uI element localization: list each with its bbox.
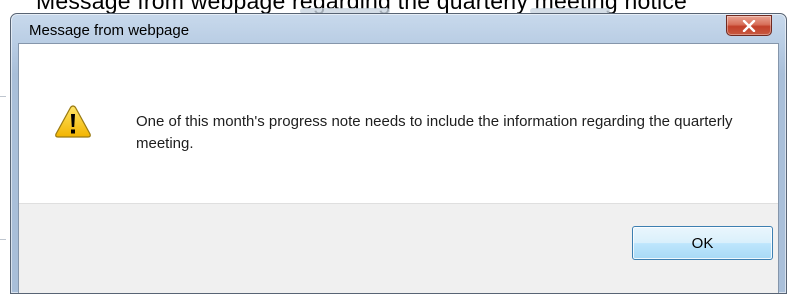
background-grid-line — [0, 96, 6, 97]
warning-icon — [55, 105, 91, 138]
close-button[interactable] — [726, 15, 772, 36]
message-dialog: Message from webpage One of this month's… — [10, 13, 787, 294]
dialog-footer: OK — [19, 203, 778, 293]
dialog-titlebar[interactable]: Message from webpage — [11, 14, 786, 44]
ok-button[interactable]: OK — [632, 226, 773, 260]
dialog-message: One of this month's progress note needs … — [136, 113, 733, 152]
close-icon — [742, 19, 756, 32]
dialog-title: Message from webpage — [29, 22, 190, 39]
dialog-content: One of this month's progress note needs … — [19, 44, 778, 203]
background-grid-line — [0, 239, 6, 240]
dialog-client-area: One of this month's progress note needs … — [18, 43, 779, 293]
